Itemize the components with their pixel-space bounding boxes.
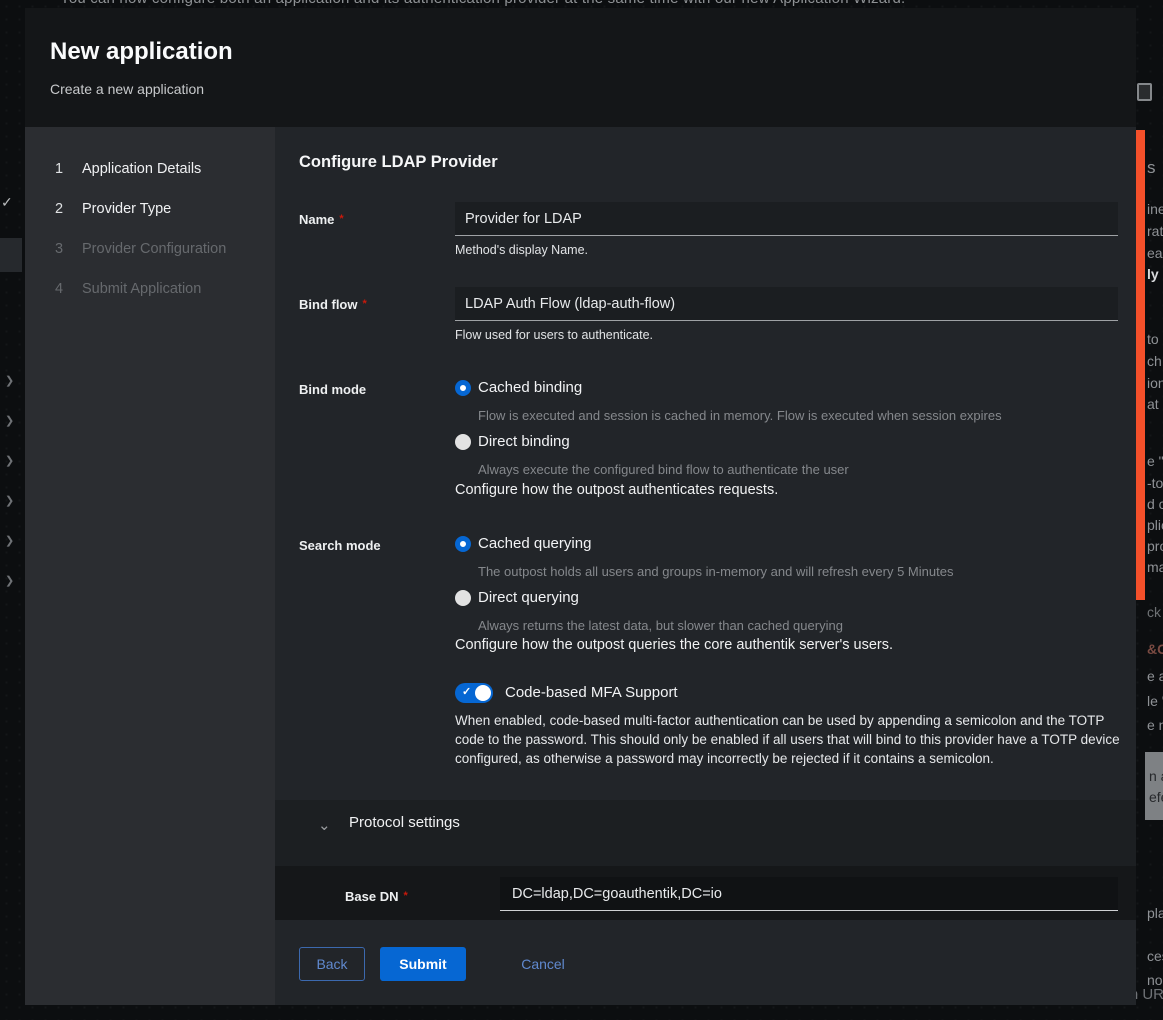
bg-fragment: pla — [1147, 905, 1163, 921]
wizard-steps-nav: 1 Application Details 2 Provider Type 3 … — [25, 127, 275, 1005]
search-mode-cached-label[interactable]: Cached querying — [478, 535, 591, 552]
bg-fragment: ces — [1147, 948, 1163, 964]
bg-box-line: n a — [1149, 766, 1163, 787]
bg-fragment: e "c — [1147, 453, 1163, 469]
search-mode-cached-description: The outpost holds all users and groups i… — [478, 564, 953, 579]
bg-fragment: ck — [1147, 604, 1161, 620]
step-number: 2 — [55, 201, 63, 217]
step-label: Provider Type — [82, 201, 171, 217]
bg-sidebar-highlight — [0, 238, 22, 272]
base-dn-row: Base DN* — [275, 866, 1136, 920]
wizard-header: New application Create a new application — [25, 8, 1136, 127]
chevron-right-icon: ❯ — [5, 534, 14, 547]
bind-mode-direct-label[interactable]: Direct binding — [478, 433, 570, 450]
step-submit-application: 4 Submit Application — [25, 277, 275, 303]
search-mode-direct-radio[interactable] — [455, 590, 471, 606]
bg-fragment: ion — [1147, 375, 1163, 391]
chevron-right-icon: ❯ — [5, 574, 14, 587]
bg-fragment: le ' — [1147, 693, 1163, 709]
step-number: 4 — [55, 281, 63, 297]
step-number: 3 — [55, 241, 63, 257]
chevron-down-icon[interactable]: ⌄ — [318, 816, 331, 834]
bind-flow-help-text: Flow used for users to authenticate. — [455, 328, 653, 342]
wizard-title: New application — [50, 38, 233, 66]
step-number: 1 — [55, 161, 63, 177]
step-label: Application Details — [82, 161, 201, 177]
bg-box-line: efe — [1149, 787, 1163, 808]
bg-fragment: e a — [1147, 668, 1163, 684]
panel-toggle-icon — [1137, 83, 1152, 101]
search-mode-cached-radio[interactable] — [455, 536, 471, 552]
chevron-right-icon: ❯ — [5, 494, 14, 507]
step-provider-type[interactable]: 2 Provider Type — [25, 197, 275, 223]
bind-mode-direct-radio[interactable] — [455, 434, 471, 450]
bg-fragment: plic — [1147, 517, 1163, 533]
check-icon: ✓ — [462, 685, 471, 698]
bg-fragment: ea — [1147, 245, 1163, 261]
search-mode-label: Search mode — [299, 538, 381, 553]
wizard-form-content: Configure LDAP Provider Name* Method's d… — [275, 127, 1136, 1005]
bg-fragment: rat — [1147, 223, 1163, 239]
bind-mode-cached-label[interactable]: Cached binding — [478, 379, 582, 396]
bg-fragment: ma — [1147, 559, 1163, 575]
chevron-right-icon: ❯ — [5, 454, 14, 467]
bind-mode-help-text: Configure how the outpost authenticates … — [455, 482, 778, 498]
bg-fragment: -to — [1147, 475, 1163, 491]
check-icon: ✓ — [1, 194, 13, 211]
protocol-settings-header[interactable]: Protocol settings — [349, 814, 460, 831]
step-label: Provider Configuration — [82, 241, 226, 257]
bg-fragment: d c — [1147, 496, 1163, 512]
base-dn-input[interactable] — [500, 877, 1118, 911]
bg-fragment: pro — [1147, 538, 1163, 554]
required-marker: * — [339, 213, 343, 225]
required-marker: * — [363, 298, 367, 310]
bg-fragment: &C — [1147, 641, 1163, 657]
bind-mode-cached-description: Flow is executed and session is cached i… — [478, 408, 1002, 423]
mfa-support-help-text: When enabled, code-based multi-factor au… — [455, 711, 1131, 768]
new-application-wizard-modal: New application Create a new application… — [25, 8, 1136, 1005]
name-input[interactable] — [455, 202, 1118, 236]
bind-mode-direct-description: Always execute the configured bind flow … — [478, 462, 849, 477]
step-provider-configuration: 3 Provider Configuration — [25, 237, 275, 263]
bind-flow-field-label: Bind flow* — [299, 297, 367, 312]
mfa-support-toggle[interactable]: ✓ — [455, 683, 493, 703]
bg-fragment: e n — [1147, 717, 1163, 733]
step-application-details[interactable]: 1 Application Details — [25, 157, 275, 183]
mfa-support-label[interactable]: Code-based MFA Support — [505, 684, 678, 701]
search-mode-direct-description: Always returns the latest data, but slow… — [478, 618, 843, 633]
bind-mode-label: Bind mode — [299, 382, 366, 397]
bg-highlight-box: n a efe — [1145, 752, 1163, 820]
name-help-text: Method's display Name. — [455, 243, 588, 257]
bg-fragment: s — [1147, 158, 1156, 178]
name-field-label: Name* — [299, 212, 344, 227]
base-dn-label: Base DN* — [345, 889, 408, 904]
search-mode-help-text: Configure how the outpost queries the co… — [455, 637, 893, 653]
search-mode-direct-label[interactable]: Direct querying — [478, 589, 579, 606]
step-label: Submit Application — [82, 281, 201, 297]
toggle-knob — [475, 685, 491, 701]
bg-fragment: ch — [1147, 353, 1162, 369]
background-banner-text: You can now configure both an applicatio… — [60, 0, 905, 7]
bind-flow-input[interactable] — [455, 287, 1118, 321]
bg-fragment: at — [1147, 396, 1159, 412]
bind-mode-cached-radio[interactable] — [455, 380, 471, 396]
wizard-subtitle: Create a new application — [50, 81, 204, 97]
cancel-button[interactable]: Cancel — [503, 947, 583, 981]
bg-fragment: ine — [1147, 201, 1163, 217]
back-button[interactable]: Back — [299, 947, 365, 981]
protocol-settings-group: ⌄ Protocol settings Base DN* — [275, 800, 1136, 920]
bg-fragment: ly a — [1147, 266, 1163, 282]
orange-accent-bar — [1136, 130, 1145, 600]
chevron-right-icon: ❯ — [5, 414, 14, 427]
bg-fragment: to — [1147, 331, 1159, 347]
submit-button[interactable]: Submit — [380, 947, 466, 981]
chevron-right-icon: ❯ — [5, 374, 14, 387]
page-background: You can now configure both an applicatio… — [0, 0, 1163, 1020]
form-heading: Configure LDAP Provider — [299, 153, 498, 172]
required-marker: * — [403, 890, 407, 902]
